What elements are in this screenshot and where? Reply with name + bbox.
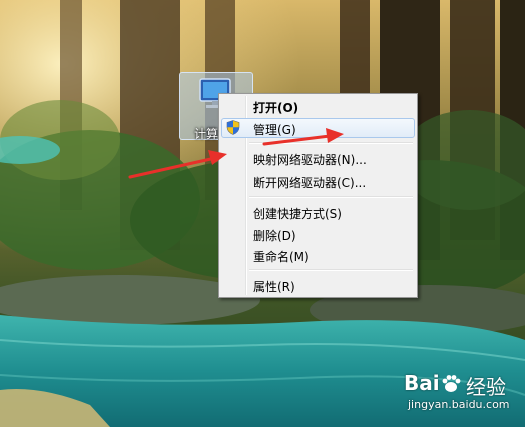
menu-item-label: 映射网络驱动器(N)...: [253, 153, 367, 167]
menu-item-label: 创建快捷方式(S): [253, 207, 342, 221]
watermark-brand-suffix: 经验: [466, 375, 506, 399]
watermark-brand: Bai: [404, 371, 440, 395]
menu-item-label: 属性(R): [253, 280, 295, 294]
baidu-jingyan-watermark: Bai 经验 jingyan.baidu.com: [402, 371, 522, 416]
menu-item-label: 打开(O): [253, 101, 299, 115]
menu-item-create-shortcut[interactable]: 创建快捷方式(S): [221, 202, 415, 222]
menu-separator: [249, 142, 413, 144]
menu-item-delete[interactable]: 删除(D): [221, 224, 415, 244]
menu-item-rename[interactable]: 重命名(M): [221, 245, 415, 265]
menu-item-label: 断开网络驱动器(C)...: [253, 176, 367, 190]
menu-item-label: 重命名(M): [253, 250, 309, 264]
uac-shield-icon: [226, 120, 240, 135]
watermark-url: jingyan.baidu.com: [408, 398, 510, 411]
menu-separator: [249, 269, 413, 271]
menu-item-label: 管理(G): [253, 123, 296, 137]
menu-item-open[interactable]: 打开(O): [221, 96, 415, 116]
menu-item-label: 删除(D): [253, 229, 296, 243]
baidu-paw-icon: [442, 375, 461, 392]
context-menu: 打开(O) 管理(G) 映射网络驱动器(N)... 断开网络驱动器(C)... …: [218, 93, 418, 298]
menu-separator: [249, 196, 413, 198]
menu-item-properties[interactable]: 属性(R): [221, 275, 415, 295]
menu-item-disconnect-network-drive[interactable]: 断开网络驱动器(C)...: [221, 171, 415, 191]
menu-item-manage[interactable]: 管理(G): [221, 118, 415, 138]
menu-item-map-network-drive[interactable]: 映射网络驱动器(N)...: [221, 148, 415, 168]
